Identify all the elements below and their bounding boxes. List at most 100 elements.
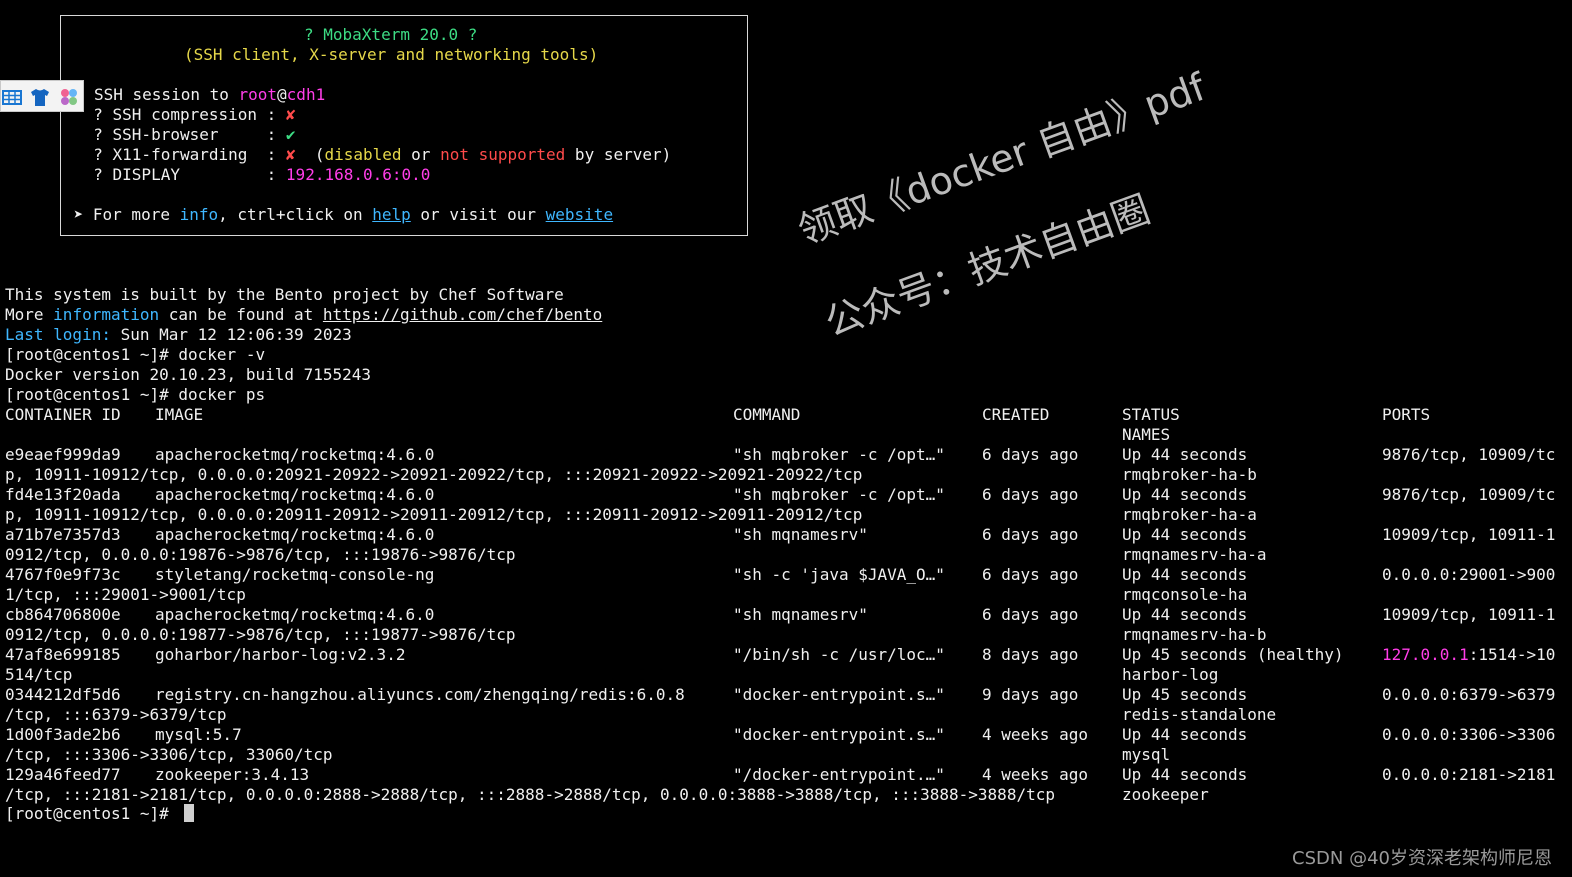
- cell-status: Up 44 seconds: [1122, 445, 1248, 464]
- header-command: COMMAND: [733, 405, 801, 424]
- cell-names: rmqbroker-ha-b: [1122, 465, 1257, 484]
- cell-ports-continued: p, 10911-10912/tcp, 0.0.0.0:20911-20912-…: [5, 505, 863, 524]
- cross-icon: ✘: [285, 105, 296, 124]
- cell-created: 6 days ago: [982, 605, 1079, 624]
- shell-prompt: [root@centos1 ~]#: [5, 345, 179, 364]
- cell-ports-continued: 0912/tcp, 0.0.0.0:19877->9876/tcp, :::19…: [5, 625, 516, 644]
- cell-created: 4 weeks ago: [982, 765, 1088, 784]
- ssh-browser-line: ? SSH-browser : ✔: [74, 125, 296, 144]
- cell-image: registry.cn-hangzhou.aliyuncs.com/zhengq…: [155, 685, 685, 704]
- cell-command: "sh mqbroker -c /opt…": [733, 485, 945, 504]
- cell-created: 6 days ago: [982, 445, 1079, 464]
- cell-image: apacherocketmq/rocketmq:4.6.0: [155, 605, 435, 624]
- motd-line-2: More information can be found at https:/…: [5, 305, 603, 324]
- bento-url-link[interactable]: https://github.com/chef/bento: [323, 305, 602, 324]
- header-names: NAMES: [1122, 425, 1171, 444]
- cell-container-id: 4767f0e9f73c: [5, 565, 121, 584]
- header-container-id: CONTAINER ID: [5, 405, 121, 424]
- cell-status: Up 45 seconds (healthy): [1122, 645, 1344, 664]
- display-value: 192.168.0.6:0.0: [285, 165, 431, 184]
- cell-ports-continued: 0912/tcp, 0.0.0.0:19876->9876/tcp, :::19…: [5, 545, 516, 564]
- cell-created: 9 days ago: [982, 685, 1079, 704]
- cell-created: 8 days ago: [982, 645, 1079, 664]
- csdn-footer: CSDN @40岁资深老架构师尼恩: [1292, 848, 1552, 869]
- cell-names: rmqnamesrv-ha-a: [1122, 545, 1267, 564]
- cell-status: Up 44 seconds: [1122, 725, 1248, 744]
- display-line: ? DISPLAY : 192.168.0.6:0.0: [74, 165, 431, 184]
- shell-prompt-final: [root@centos1 ~]#: [5, 804, 179, 823]
- shirt-icon[interactable]: [29, 86, 51, 108]
- cell-names: mysql: [1122, 745, 1171, 764]
- cell-status: Up 44 seconds: [1122, 525, 1248, 544]
- info-link[interactable]: info: [180, 205, 219, 224]
- banner-subtitle: (SSH client, X-server and networking too…: [184, 45, 599, 64]
- ssh-session-line: SSH session to root@cdh1: [94, 85, 326, 104]
- cell-container-id: fd4e13f20ada: [5, 485, 121, 504]
- website-link[interactable]: website: [546, 205, 613, 224]
- ports-ip: 127.0.0.1: [1382, 645, 1469, 664]
- cross-icon: ✘: [285, 145, 296, 164]
- last-login-line: Last login: Sun Mar 12 12:06:39 2023: [5, 325, 352, 344]
- cell-container-id: cb864706800e: [5, 605, 121, 624]
- cell-ports: 0.0.0.0:29001->900: [1382, 565, 1556, 584]
- more-info-line: ➤ For more info, ctrl+click on help or v…: [64, 205, 614, 224]
- cell-ports: 0.0.0.0:3306->3306: [1382, 725, 1556, 744]
- check-icon: ✔: [285, 125, 296, 144]
- cell-command: "sh mqbroker -c /opt…": [733, 445, 945, 464]
- cell-command: "sh mqnamesrv": [733, 525, 868, 544]
- cell-status: Up 45 seconds: [1122, 685, 1248, 704]
- command-line-1: [root@centos1 ~]# docker -v: [5, 345, 266, 364]
- cell-status: Up 44 seconds: [1122, 765, 1248, 784]
- cell-names: harbor-log: [1122, 665, 1219, 684]
- cell-ports: 127.0.0.1:1514->10: [1382, 645, 1556, 664]
- cell-names: redis-standalone: [1122, 705, 1277, 724]
- ssh-compression-line: ? SSH compression : ✘: [74, 105, 296, 124]
- docker-version-output: Docker version 20.10.23, build 7155243: [5, 365, 372, 384]
- cell-names: zookeeper: [1122, 785, 1209, 804]
- cell-command: "/bin/sh -c /usr/loc…": [733, 645, 945, 664]
- cell-created: 6 days ago: [982, 565, 1079, 584]
- cell-ports-continued: /tcp, :::6379->6379/tcp: [5, 705, 227, 724]
- x11-forwarding-line: ? X11-forwarding : ✘ (disabled or not su…: [74, 145, 672, 164]
- cell-image: zookeeper:3.4.13: [155, 765, 310, 784]
- cell-ports: 10909/tcp, 10911-1: [1382, 605, 1556, 624]
- header-created: CREATED: [982, 405, 1050, 424]
- shell-prompt: [root@centos1 ~]#: [5, 385, 179, 404]
- cell-command: "/docker-entrypoint.…": [733, 765, 945, 784]
- cell-status: Up 44 seconds: [1122, 565, 1248, 584]
- cell-image: mysql:5.7: [155, 725, 242, 744]
- cell-container-id: e9eaef999da9: [5, 445, 121, 464]
- command-line-2: [root@centos1 ~]# docker ps: [5, 385, 266, 404]
- header-image: IMAGE: [155, 405, 204, 424]
- cell-image: apacherocketmq/rocketmq:4.6.0: [155, 445, 435, 464]
- cell-image: apacherocketmq/rocketmq:4.6.0: [155, 525, 435, 544]
- cell-ports-continued: 514/tcp: [5, 665, 73, 684]
- cell-container-id: 129a46feed77: [5, 765, 121, 784]
- cell-ports: 9876/tcp, 10909/tc: [1382, 485, 1556, 504]
- cell-command: "docker-entrypoint.s…": [733, 685, 945, 704]
- header-status: STATUS: [1122, 405, 1180, 424]
- cell-command: "sh mqnamesrv": [733, 605, 868, 624]
- terminal-cursor: [184, 804, 194, 822]
- cell-image: styletang/rocketmq-console-ng: [155, 565, 435, 584]
- cell-names: rmqnamesrv-ha-b: [1122, 625, 1267, 644]
- cell-image: goharbor/harbor-log:v2.3.2: [155, 645, 406, 664]
- cell-names: rmqbroker-ha-a: [1122, 505, 1257, 524]
- help-link[interactable]: help: [372, 205, 411, 224]
- cell-ports-continued: 1/tcp, :::29001->9001/tcp: [5, 585, 246, 604]
- cell-ports-continued: /tcp, :::3306->3306/tcp, 33060/tcp: [5, 745, 333, 764]
- grid-icon[interactable]: [1, 86, 23, 108]
- header-ports: PORTS: [1382, 405, 1431, 424]
- cell-image: apacherocketmq/rocketmq:4.6.0: [155, 485, 435, 504]
- session-user: root: [238, 85, 278, 104]
- cell-created: 6 days ago: [982, 525, 1079, 544]
- cell-ports: 10909/tcp, 10911-1: [1382, 525, 1556, 544]
- cell-ports: 0.0.0.0:6379->6379: [1382, 685, 1556, 704]
- cell-container-id: 1d00f3ade2b6: [5, 725, 121, 744]
- cell-ports: 0.0.0.0:2181->2181: [1382, 765, 1556, 784]
- floating-toolbar: [0, 80, 84, 112]
- cell-ports-continued: p, 10911-10912/tcp, 0.0.0.0:20921-20922-…: [5, 465, 863, 484]
- cell-ports: 9876/tcp, 10909/tc: [1382, 445, 1556, 464]
- cell-container-id: a71b7e7357d3: [5, 525, 121, 544]
- palette-icon[interactable]: [58, 86, 80, 108]
